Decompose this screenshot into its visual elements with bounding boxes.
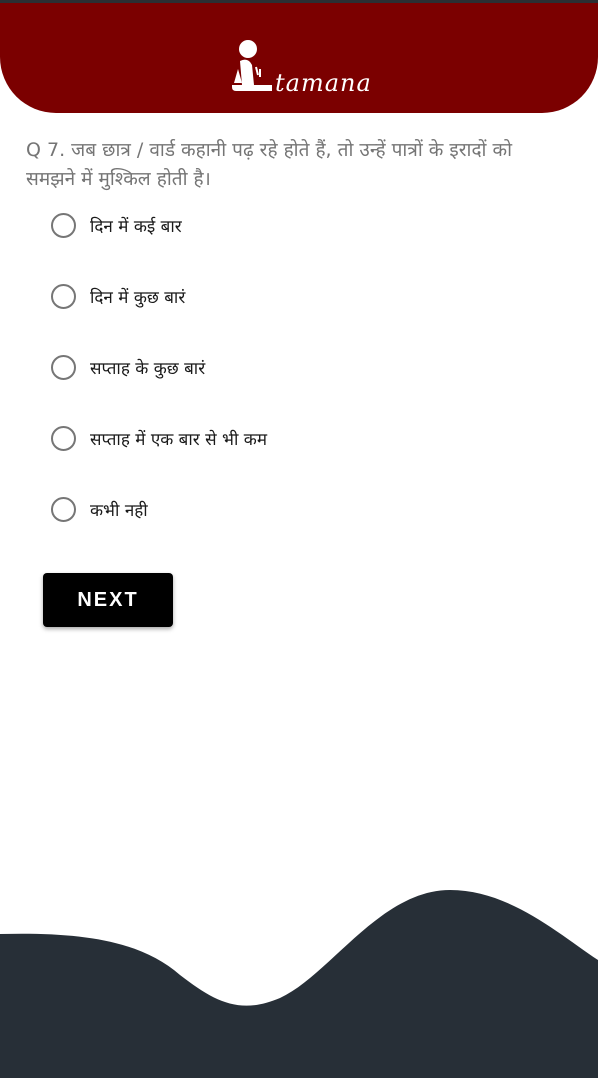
option-label: कभी नही [90, 501, 148, 521]
question-text: Q 7. जब छात्र / वार्ड कहानी पढ़ रहे होते… [26, 139, 513, 190]
option-label: दिन में कुछ बारं [90, 288, 186, 308]
footer-wave [0, 890, 598, 1078]
tamana-logo: tamana [228, 39, 378, 101]
option-2[interactable]: दिन में कुछ बारं [51, 283, 551, 354]
radio-button[interactable] [51, 426, 76, 451]
option-3[interactable]: सप्ताह के कुछ बारं [51, 354, 551, 425]
reading-person-logo-icon [232, 40, 272, 91]
option-1[interactable]: दिन में कई बार [51, 212, 551, 283]
app-header: tamana [0, 3, 598, 113]
radio-button[interactable] [51, 355, 76, 380]
option-label: दिन में कई बार [90, 217, 182, 237]
option-4[interactable]: सप्ताह में एक बार से भी कम [51, 425, 551, 496]
option-label: सप्ताह में एक बार से भी कम [90, 430, 268, 450]
radio-button[interactable] [51, 284, 76, 309]
logo-text: tamana [275, 69, 372, 97]
option-5[interactable]: कभी नही [51, 496, 551, 567]
radio-button[interactable] [51, 213, 76, 238]
radio-button[interactable] [51, 497, 76, 522]
option-label: सप्ताह के कुछ बारं [90, 359, 206, 379]
answer-options: दिन में कई बार दिन में कुछ बारं सप्ताह क… [51, 212, 551, 567]
next-button[interactable]: NEXT [43, 573, 173, 627]
